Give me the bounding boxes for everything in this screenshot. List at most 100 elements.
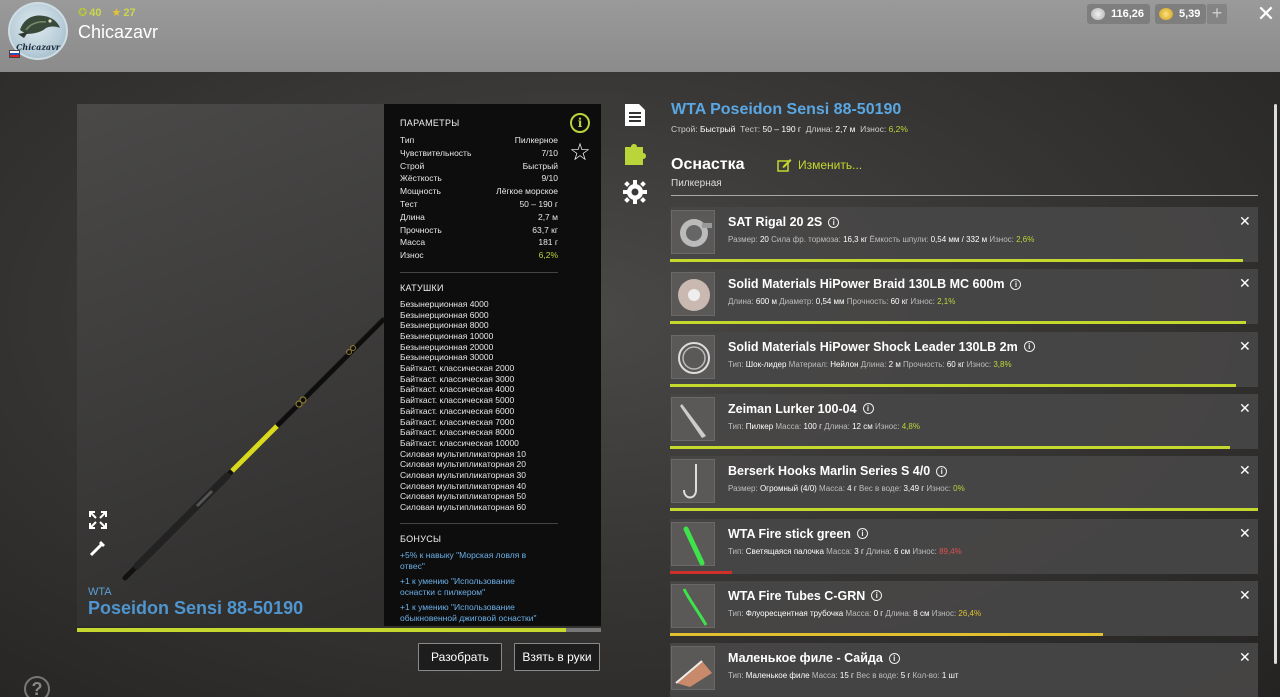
rod-name: Poseidon Sensi 88-50190 — [88, 598, 304, 618]
silver-coins-icon — [1091, 8, 1105, 20]
tackle-item-row[interactable]: Solid Materials HiPower Shock Leader 130… — [670, 331, 1258, 387]
reel-item: Байткаст. классическая 6000 — [400, 405, 515, 416]
item-condition-bar — [670, 570, 733, 574]
reels-heading: КАТУШКИ — [400, 282, 444, 293]
scrollbar[interactable] — [1274, 104, 1277, 664]
param-value: 63,7 кг — [532, 224, 558, 235]
tackle-item-row[interactable]: SAT Rigal 20 2S i Размер: 20 Сила фр. торм… — [670, 207, 1258, 262]
info-icon[interactable]: i — [570, 113, 590, 133]
item-condition-bar — [670, 508, 1258, 512]
item-thumbnail — [671, 583, 715, 628]
rod-image — [122, 317, 384, 581]
tackle-item-row[interactable]: WTA Fire Tubes C-GRN i Тип: Флуоресцентная… — [670, 580, 1258, 636]
bonus-item: +1 к умению "Использование обыкновенной … — [400, 601, 537, 624]
rod-preview — [77, 104, 384, 626]
remove-item-button[interactable]: ✕ — [1239, 462, 1251, 479]
bonus-list: +5% к навыку "Морская ловля в отвес" +1 к… — [400, 550, 585, 626]
param-row: Прочность 63,7 кг — [400, 224, 558, 237]
remove-item-button[interactable]: ✕ — [1239, 525, 1251, 542]
reel-item: Силовая мультипликаторная 40 — [400, 480, 526, 491]
info-icon[interactable]: i — [888, 652, 900, 664]
gear-icon[interactable] — [623, 179, 647, 205]
rod-assemble-icon[interactable] — [88, 538, 108, 558]
item-name: Zeiman Lurker 100-04 i — [728, 402, 874, 416]
favorite-star-icon[interactable]: ☆ — [568, 141, 592, 165]
close-icon[interactable]: ✕ — [1256, 3, 1276, 25]
expand-icon[interactable] — [88, 510, 108, 530]
tackle-item-row[interactable]: Solid Materials HiPower Braid 130LB MC 6… — [670, 269, 1258, 325]
info-icon[interactable]: i — [1023, 341, 1035, 353]
param-label: Строй — [400, 160, 425, 171]
divider — [671, 195, 1258, 196]
level-icon: ✪ — [78, 7, 88, 19]
lizard-logo — [18, 15, 60, 38]
item-thumbnail — [671, 334, 715, 379]
reel-item: Байткаст. классическая 4000 — [400, 384, 515, 395]
tackle-item-row[interactable]: Berserk Hooks Marlin Series S 4/0 i Размер… — [670, 456, 1258, 512]
item-name: Маленькое филе - Сайда i — [728, 651, 900, 665]
info-icon[interactable]: i — [1010, 278, 1022, 290]
reel-item: Безынерционная 30000 — [400, 352, 494, 363]
item-condition-bar — [670, 383, 1236, 387]
param-value: Лёгкое морское — [496, 186, 558, 197]
disassemble-button[interactable]: Разобрать — [418, 643, 502, 671]
divider — [400, 522, 558, 524]
item-thumbnail — [671, 210, 715, 254]
item-name: SAT Rigal 20 2S i — [728, 215, 840, 229]
param-label: Износ — [400, 250, 424, 261]
rod-condition-bar — [77, 628, 601, 632]
bonus-item: +5% к навыку "Морская ловля в отвес" — [400, 549, 527, 572]
info-icon[interactable]: i — [828, 216, 840, 228]
rod-brand: WTA — [88, 586, 112, 598]
param-row: Тип Пилкерное — [400, 134, 558, 147]
document-icon[interactable] — [623, 102, 647, 128]
item-details: Тип: Маленькое филе Масса: 15 г Вес в во… — [728, 671, 959, 681]
info-icon[interactable]: i — [871, 590, 883, 602]
param-label: Масса — [400, 237, 426, 248]
item-details: Размер: 20 Сила фр. тормоза: 16,3 кг Ёмк… — [728, 235, 1035, 244]
star-rank-icon: ★ — [111, 7, 122, 19]
info-icon[interactable]: i — [936, 465, 948, 477]
param-label: Длина — [400, 211, 425, 222]
param-row: Чувствительность 7/10 — [400, 147, 558, 160]
param-row: Масса 181 г — [400, 236, 558, 249]
param-label: Чувствительность — [400, 147, 472, 158]
param-value: Пилкерное — [514, 135, 558, 145]
tackle-item-row[interactable]: Zeiman Lurker 100-04 i Тип: Пилкер Масса: … — [670, 393, 1258, 449]
remove-item-button[interactable]: ✕ — [1239, 213, 1251, 230]
puzzle-icon[interactable] — [623, 140, 647, 166]
item-condition-bar — [670, 259, 1243, 262]
reel-item: Байткаст. классическая 7000 — [400, 416, 515, 427]
rig-type: Пилкерная — [671, 178, 722, 189]
item-thumbnail — [671, 646, 715, 691]
item-thumbnail — [671, 272, 715, 317]
tackle-summary: Строй: Быстрый Тест: 50 – 190 г Длина: 2… — [671, 124, 908, 134]
info-icon[interactable]: i — [862, 403, 874, 415]
edit-rig-button[interactable]: Изменить... — [777, 158, 862, 172]
params-heading: ПАРАМЕТРЫ — [400, 118, 460, 128]
silver-currency: 116,26 — [1087, 4, 1151, 24]
remove-item-button[interactable]: ✕ — [1239, 275, 1251, 292]
reel-item: Силовая мультипликаторная 10 — [400, 448, 526, 459]
reel-item: Байткаст. классическая 5000 — [400, 395, 515, 406]
item-thumbnail — [671, 396, 715, 441]
reel-item: Силовая мультипликаторная 60 — [400, 502, 526, 513]
player-name: Chicazavr — [78, 22, 159, 42]
help-icon[interactable]: ? — [24, 676, 50, 697]
item-details: Тип: Флуоресцентная трубочка Масса: 0 г … — [728, 608, 982, 618]
remove-item-button[interactable]: ✕ — [1239, 649, 1251, 666]
param-value: 9/10 — [541, 173, 558, 184]
remove-item-button[interactable]: ✕ — [1239, 587, 1251, 604]
remove-item-button[interactable]: ✕ — [1239, 400, 1251, 417]
tackle-item-row[interactable]: WTA Fire stick green i Тип: Светящаяся пал… — [670, 518, 1258, 574]
reel-item: Безынерционная 6000 — [400, 309, 489, 320]
info-icon[interactable]: i — [856, 528, 868, 539]
add-gold-button[interactable]: + — [1207, 4, 1227, 24]
param-label: Тест — [400, 198, 418, 209]
param-value: 6,2% — [538, 250, 558, 261]
take-in-hands-button[interactable]: Взять в руки — [514, 643, 600, 671]
bonus-heading: БОНУСЫ — [400, 533, 442, 544]
rank-stat: ★ 27 — [111, 7, 136, 19]
remove-item-button[interactable]: ✕ — [1239, 338, 1251, 355]
tackle-item-row[interactable]: Маленькое филе - Сайда i Тип: Маленькое фи… — [670, 643, 1258, 697]
